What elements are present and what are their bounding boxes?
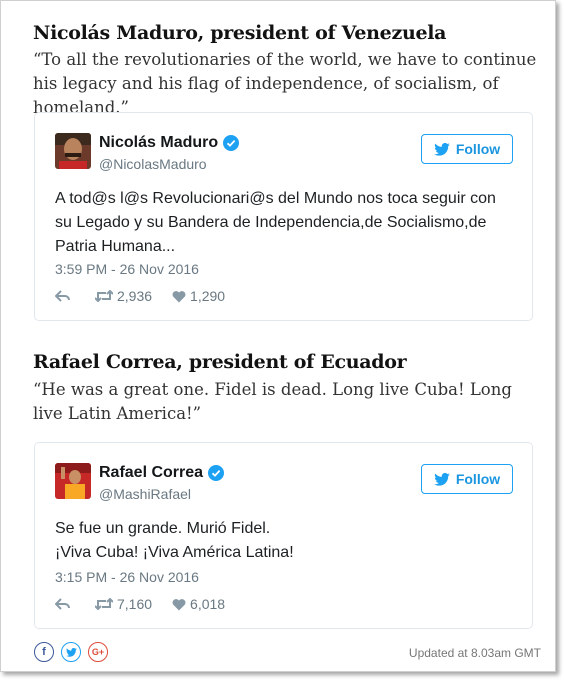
share-bar: f G+ xyxy=(34,642,115,662)
follow-button[interactable]: Follow xyxy=(421,464,513,494)
like-count: 6,018 xyxy=(190,596,226,612)
section-heading-maduro: Nicolás Maduro, president of Venezuela xyxy=(33,22,447,44)
facebook-icon[interactable]: f xyxy=(34,642,54,662)
reply-icon xyxy=(55,598,70,610)
like-count: 1,290 xyxy=(190,288,226,304)
avatar-correa[interactable] xyxy=(55,463,91,499)
section-heading-correa: Rafael Correa, president of Ecuador xyxy=(33,351,407,373)
follow-label: Follow xyxy=(455,471,501,487)
reply-button[interactable] xyxy=(55,289,75,303)
quote-maduro: “To all the revolutionaries of the world… xyxy=(33,50,537,117)
retweet-icon xyxy=(95,598,113,610)
like-button[interactable]: 1,290 xyxy=(172,288,225,304)
tweet-timestamp[interactable]: 3:15 PM - 26 Nov 2016 xyxy=(55,569,199,585)
embedded-tweet-maduro[interactable]: Nicolás Maduro @NicolasMaduro Follow A t… xyxy=(34,112,533,321)
avatar-maduro[interactable] xyxy=(55,133,91,169)
author-handle[interactable]: @MashiRafael xyxy=(99,486,191,502)
reply-button[interactable] xyxy=(55,597,75,611)
author-row: Nicolás Maduro xyxy=(99,134,240,152)
author-row: Rafael Correa xyxy=(99,464,225,482)
tweet-timestamp[interactable]: 3:59 PM - 26 Nov 2016 xyxy=(55,261,199,277)
verified-icon xyxy=(208,465,225,481)
tweet-actions: 7,160 6,018 xyxy=(55,596,245,612)
retweet-icon xyxy=(95,290,113,302)
retweet-count: 2,936 xyxy=(117,288,153,304)
retweet-button[interactable]: 2,936 xyxy=(95,288,152,304)
follow-button[interactable]: Follow xyxy=(421,134,513,164)
twitter-icon[interactable] xyxy=(61,642,81,662)
tweet-text: Se fue un grande. Murió Fidel. ¡Viva Cub… xyxy=(55,517,515,565)
tweet-text: A tod@s l@s Revolucionari@s del Mundo no… xyxy=(55,190,496,255)
twitter-bird-icon xyxy=(434,142,450,156)
tweet-actions: 2,936 1,290 xyxy=(55,288,245,304)
quote-correa: “He was a great one. Fidel is dead. Long… xyxy=(33,380,512,423)
author-name[interactable]: Rafael Correa xyxy=(99,464,203,482)
heart-icon xyxy=(172,598,186,610)
tweet-text-line: ¡Viva Cuba! ¡Viva América Latina! xyxy=(55,544,294,561)
like-button[interactable]: 6,018 xyxy=(172,596,225,612)
retweet-button[interactable]: 7,160 xyxy=(95,596,152,612)
updated-timestamp: Updated at 8.03am GMT xyxy=(408,646,541,660)
reply-icon xyxy=(55,290,70,302)
google-plus-icon[interactable]: G+ xyxy=(88,642,108,662)
article-frame: Nicolás Maduro, president of Venezuela “… xyxy=(0,0,556,672)
author-name[interactable]: Nicolás Maduro xyxy=(99,134,218,152)
heart-icon xyxy=(172,290,186,302)
tweet-text-line: Se fue un grande. Murió Fidel. xyxy=(55,520,271,537)
twitter-bird-icon xyxy=(434,472,450,486)
embedded-tweet-correa[interactable]: Rafael Correa @MashiRafael Follow Se fue… xyxy=(34,442,533,629)
retweet-count: 7,160 xyxy=(117,596,153,612)
verified-icon xyxy=(223,135,240,151)
author-handle[interactable]: @NicolasMaduro xyxy=(99,156,207,172)
follow-label: Follow xyxy=(455,141,501,157)
